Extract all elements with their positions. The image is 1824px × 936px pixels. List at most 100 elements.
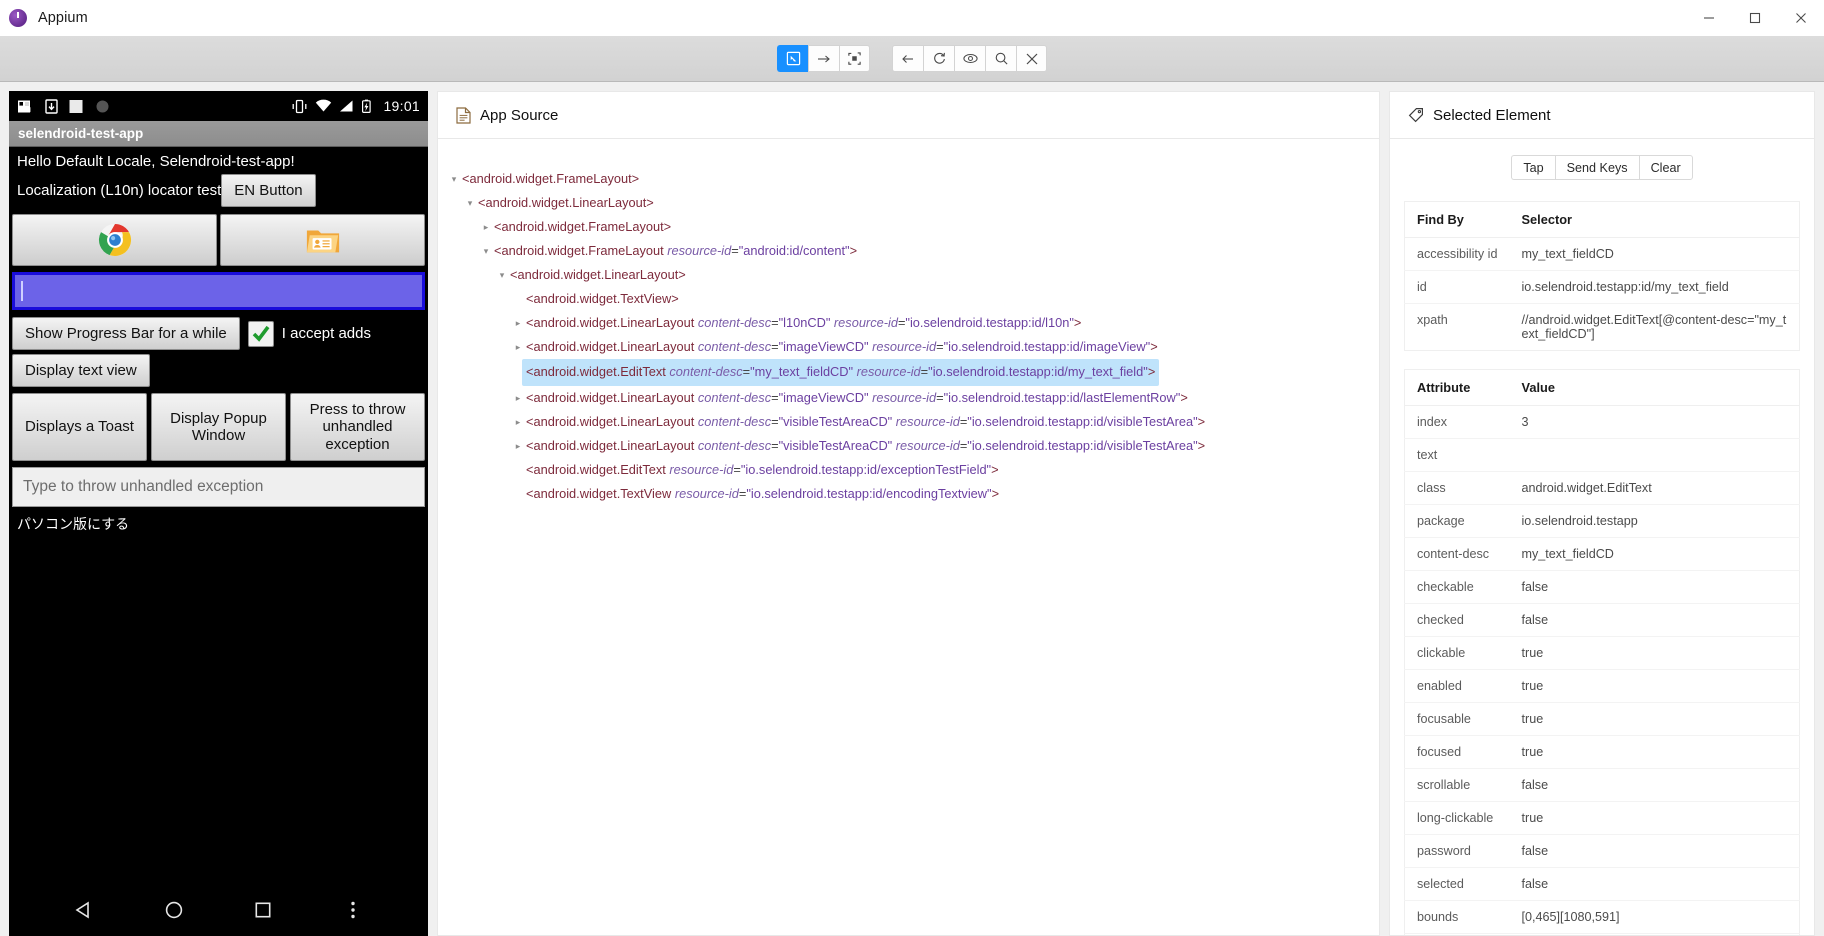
attribute-value: false: [1509, 867, 1800, 901]
chevron-right-icon[interactable]: [510, 410, 526, 434]
send-keys-button[interactable]: Send Keys: [1554, 155, 1639, 180]
accept-ads-row[interactable]: I accept adds: [247, 317, 371, 350]
contacts-image-button[interactable]: [220, 214, 425, 266]
my-text-field-highlight[interactable]: [12, 272, 425, 310]
app-source-tree[interactable]: <android.widget.FrameLayout> <android.wid…: [438, 167, 1379, 506]
tree-node-label: <android.widget.LinearLayout content-des…: [526, 438, 1206, 453]
find-by-table: Find By Selector accessibility id my_text…: [1404, 201, 1800, 351]
encoding-textview: パソコン版にする: [17, 515, 130, 532]
tree-node[interactable]: <android.widget.LinearLayout content-des…: [438, 434, 1379, 458]
accept-ads-checkbox[interactable]: [247, 320, 274, 347]
search-button[interactable]: [985, 45, 1016, 72]
chevron-down-icon[interactable]: [446, 167, 462, 191]
attribute-row: resource-idio.selendroid.testapp:id/my_t…: [1405, 934, 1800, 936]
selected-element-header: Selected Element: [1390, 92, 1814, 139]
tree-node[interactable]: <android.widget.LinearLayout content-des…: [438, 311, 1379, 335]
find-by-selector: my_text_fieldCD: [1509, 237, 1800, 271]
tree-node-label: <android.widget.LinearLayout content-des…: [526, 315, 1082, 330]
swipe-button[interactable]: [808, 45, 839, 72]
attribute-value: [0,465][1080,591]: [1509, 900, 1800, 934]
attribute-name: enabled: [1404, 669, 1510, 703]
popup-button[interactable]: Display Popup Window: [151, 393, 286, 461]
tree-node[interactable]: <android.widget.FrameLayout>: [438, 167, 1379, 191]
attribute-row: checked false: [1404, 603, 1800, 637]
tree-node[interactable]: <android.widget.EditText content-desc="m…: [438, 359, 1379, 386]
attribute-value: io.selendroid.testapp: [1509, 504, 1800, 538]
tree-node[interactable]: <android.widget.TextView resource-id="io…: [438, 482, 1379, 506]
tap-button[interactable]: Tap: [1511, 155, 1555, 180]
window-title: Appium: [38, 10, 88, 26]
find-by-row[interactable]: xpath //android.widget.EditText[@content-…: [1405, 304, 1800, 351]
selected-element-body: Tap Send Keys Clear Find By Selector acc…: [1390, 139, 1814, 935]
attribute-name: index: [1404, 405, 1510, 439]
clear-button[interactable]: Clear: [1638, 155, 1693, 180]
back-button[interactable]: [892, 45, 923, 72]
tree-node[interactable]: <android.widget.LinearLayout content-des…: [438, 335, 1379, 359]
recording-eye-button[interactable]: [954, 45, 985, 72]
chrome-image-button[interactable]: [12, 214, 217, 266]
attribute-name: class: [1404, 471, 1510, 505]
find-by-selector: io.selendroid.testapp:id/my_text_field: [1509, 270, 1800, 304]
find-by-row[interactable]: id io.selendroid.testapp:id/my_text_field: [1404, 270, 1800, 304]
vibrate-icon: [293, 99, 307, 113]
tree-node-label: <android.widget.EditText resource-id="io…: [526, 462, 999, 477]
select-element-button[interactable]: [777, 45, 808, 72]
attribute-name: resource-id: [1405, 934, 1510, 936]
tree-node[interactable]: <android.widget.FrameLayout>: [438, 215, 1379, 239]
signal-icon: [340, 100, 353, 112]
display-text-view-button[interactable]: Display text view: [12, 354, 150, 387]
chevron-right-icon[interactable]: [510, 335, 526, 359]
tree-node[interactable]: <android.widget.TextView>: [438, 287, 1379, 311]
refresh-icon-button[interactable]: [923, 45, 954, 72]
show-progress-bar-button[interactable]: Show Progress Bar for a while: [12, 317, 240, 350]
attribute-row: text: [1404, 438, 1800, 472]
minimize-button[interactable]: [1686, 0, 1732, 36]
app-source-pane: App Source <android.widget.FrameLayout><…: [437, 91, 1380, 936]
find-by-row[interactable]: accessibility id my_text_fieldCD: [1404, 237, 1800, 271]
attribute-row: checkable false: [1404, 570, 1800, 604]
contacts-folder-icon: [306, 230, 339, 253]
chevron-down-icon[interactable]: [478, 239, 494, 263]
three-button-row: Displays a Toast Display Popup Window Pr…: [9, 387, 428, 461]
tap-by-coordinates-button[interactable]: [839, 45, 870, 72]
quit-session-button[interactable]: [1016, 45, 1047, 72]
accept-ads-label: I accept adds: [281, 325, 371, 342]
toast-button[interactable]: Displays a Toast: [12, 393, 147, 461]
tree-node[interactable]: <android.widget.LinearLayout content-des…: [438, 386, 1379, 410]
app-source-tree-container[interactable]: <android.widget.FrameLayout> <android.wid…: [438, 139, 1379, 935]
status-bar-left-icons: [17, 98, 110, 114]
find-by-selector: //android.widget.EditText[@content-desc=…: [1521, 313, 1787, 341]
recents-square-icon: [255, 902, 271, 918]
find-by-body: accessibility id my_text_fieldCD id io.sele…: [1404, 237, 1800, 351]
home-circle-icon: [165, 901, 182, 919]
attribute-name: bounds: [1404, 900, 1510, 934]
l10n-label: Localization (L10n) locator test: [17, 182, 222, 199]
en-button[interactable]: EN Button: [221, 174, 316, 207]
device-screenshot-pane[interactable]: 19:01 selendroid-test-app Hello Default …: [9, 91, 428, 936]
tree-node[interactable]: <android.widget.FrameLayout resource-id=…: [438, 239, 1379, 263]
maximize-button[interactable]: [1732, 0, 1778, 36]
back-triangle-icon: [75, 901, 89, 919]
attribute-value: false: [1509, 768, 1800, 802]
tree-node[interactable]: <android.widget.LinearLayout>: [438, 191, 1379, 215]
attribute-value: [1509, 438, 1800, 472]
tree-node[interactable]: <android.widget.EditText resource-id="io…: [438, 458, 1379, 482]
tree-node-label: <android.widget.LinearLayout content-des…: [526, 339, 1158, 354]
tree-node[interactable]: <android.widget.LinearLayout>: [438, 263, 1379, 287]
tree-node[interactable]: <android.widget.LinearLayout content-des…: [438, 410, 1379, 434]
chevron-down-icon[interactable]: [462, 191, 478, 215]
white-square-icon: [69, 99, 83, 113]
wifi-icon: [316, 99, 332, 112]
chevron-right-icon[interactable]: [510, 386, 526, 410]
chevron-right-icon[interactable]: [510, 311, 526, 335]
attribute-value: io.selendroid.testapp:id/my_text_field: [1510, 934, 1800, 936]
selected-element-pane: Selected Element Tap Send Keys Clear Fin…: [1389, 91, 1815, 936]
throw-exception-button[interactable]: Press to throw unhandled exception: [290, 393, 425, 461]
chevron-right-icon[interactable]: [478, 215, 494, 239]
exception-test-field[interactable]: Type to throw unhandled exception: [12, 466, 425, 507]
attribute-row: selected false: [1404, 867, 1800, 901]
chevron-down-icon[interactable]: [494, 263, 510, 287]
close-button[interactable]: [1778, 0, 1824, 36]
chevron-right-icon[interactable]: [510, 434, 526, 458]
status-bar-right-icons: 19:01: [291, 98, 420, 114]
